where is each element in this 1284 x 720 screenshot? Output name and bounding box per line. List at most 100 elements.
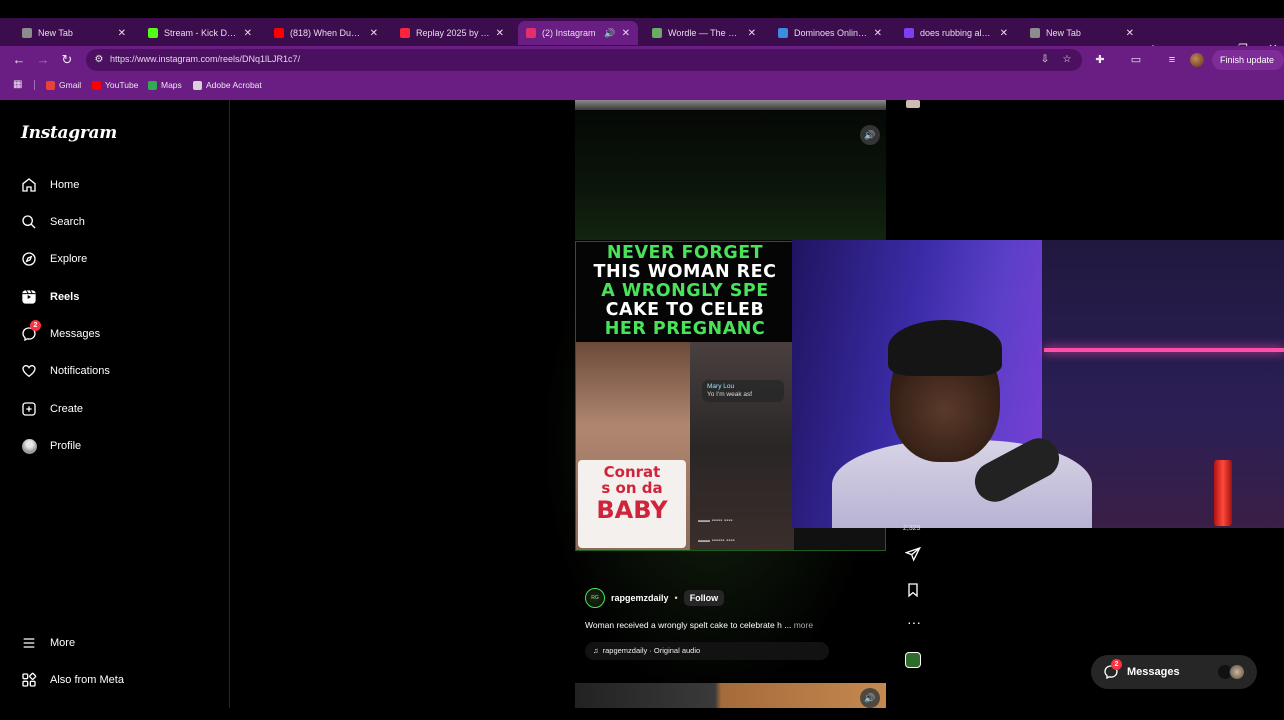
nav-home[interactable]: Home xyxy=(20,172,79,198)
bookmarks-bar: ▦ Gmail YouTube Maps Adobe Acrobat xyxy=(0,74,1284,96)
nav-also-from-meta[interactable]: Also from Meta xyxy=(20,667,124,693)
tab-favicon-icon xyxy=(652,28,662,38)
reload-icon[interactable]: ↻ xyxy=(58,51,76,69)
mute-icon[interactable]: 🔊 xyxy=(860,125,880,145)
extensions-icon[interactable]: ✚ xyxy=(1091,51,1109,69)
bookmark-adobe-acrobat[interactable]: Adobe Acrobat xyxy=(193,78,262,92)
more-options-icon[interactable]: ··· xyxy=(905,615,923,634)
tab-close-icon[interactable]: ✕ xyxy=(1126,28,1134,39)
next-reel-mute-icon[interactable]: 🔊 xyxy=(860,688,880,708)
original-audio-thumb[interactable] xyxy=(905,652,921,668)
follow-button[interactable]: Follow xyxy=(683,590,725,606)
install-app-icon[interactable]: ⇩ xyxy=(1038,53,1052,67)
nav-more[interactable]: More xyxy=(20,630,75,656)
instagram-sidebar: Instagram Home Search Explore Reels 2 Me… xyxy=(0,100,230,708)
tab-title: does rubbing alcohol xyxy=(920,28,994,38)
author-avatar[interactable]: RG xyxy=(585,588,605,608)
share-icon[interactable] xyxy=(904,546,923,564)
nav-search[interactable]: Search xyxy=(20,209,85,235)
browser-tab[interactable]: Stream - Kick Dashbo ✕ xyxy=(140,21,260,45)
tab-close-icon[interactable]: ✕ xyxy=(370,28,378,39)
browser-tab[interactable]: New Tab ✕ xyxy=(1022,21,1142,45)
tab-close-icon[interactable]: ✕ xyxy=(118,28,126,39)
messages-badge: 2 xyxy=(30,320,41,331)
browser-tab[interactable]: Wordle — The New Y ✕ xyxy=(644,21,764,45)
nav-explore[interactable]: Explore xyxy=(20,246,87,272)
author-username[interactable]: rapgemzdaily xyxy=(611,593,669,603)
cake-text-line: Conrat xyxy=(603,463,661,481)
screen-top-strip xyxy=(0,0,1284,18)
chat-name: Mary Lou xyxy=(707,383,735,390)
tab-close-icon[interactable]: ✕ xyxy=(874,28,882,39)
nav-create-label: Create xyxy=(50,403,84,415)
forward-icon[interactable]: → xyxy=(34,51,52,69)
webcam-person-cap xyxy=(888,320,1002,376)
tab-title: (818) When Dumb Pe xyxy=(290,28,364,38)
chat-message: Yo I'm weak asf xyxy=(707,391,753,398)
nav-reels[interactable]: Reels xyxy=(20,284,79,310)
cake-text-line: s on da xyxy=(601,479,663,497)
caption-more-link[interactable]: more xyxy=(794,620,813,630)
tab-title: New Tab xyxy=(1046,28,1081,38)
reel-video-top[interactable] xyxy=(575,110,886,240)
tab-bar: New Tab✕Stream - Kick Dashbo✕(818) When … xyxy=(0,18,1284,56)
messages-floating-button[interactable]: 2 Messages xyxy=(1091,655,1257,689)
reel-headline: NEVER FORGET THIS WOMAN REC A WRONGLY SP… xyxy=(576,242,794,342)
live-comment-row: ▬▬ ▪▪▪▪▪▪ ▪▪▪▪ xyxy=(698,538,735,544)
headline-line: NEVER FORGET xyxy=(606,243,764,263)
nav-profile[interactable]: Profile xyxy=(20,433,81,459)
media-controls-icon[interactable]: ≡ xyxy=(1163,51,1181,69)
bookmark-label: YouTube xyxy=(105,80,139,90)
cake-text-big: BABY xyxy=(596,496,668,524)
browser-tab[interactable]: Dominoes Online - Pl ✕ xyxy=(770,21,890,45)
tab-close-icon[interactable]: ✕ xyxy=(1000,28,1008,39)
nav-messages[interactable]: 2 Messages xyxy=(20,320,100,347)
finish-update-label: Finish update xyxy=(1220,55,1275,65)
site-info-icon[interactable]: ⚙ xyxy=(92,53,106,67)
audio-attribution[interactable]: ♫ rapgemzdaily · Original audio xyxy=(585,642,829,660)
previous-reel[interactable] xyxy=(575,100,886,110)
bookmark-star-icon[interactable]: ☆ xyxy=(1060,53,1074,67)
tab-audio-icon[interactable]: 🔊 xyxy=(604,28,615,39)
tab-favicon-icon xyxy=(526,28,536,38)
bookmark-icon[interactable] xyxy=(905,582,923,600)
webcam-can xyxy=(1214,460,1232,526)
browser-tab[interactable]: New Tab ✕ xyxy=(14,21,134,45)
messenger-icon: 2 xyxy=(1103,659,1122,680)
tab-close-icon[interactable]: ✕ xyxy=(622,28,630,39)
nav-create[interactable]: Create xyxy=(20,396,83,422)
bookmark-maps[interactable]: Maps xyxy=(148,78,182,92)
back-icon[interactable]: ← xyxy=(10,51,28,69)
finish-update-button[interactable]: Finish update ⋮ xyxy=(1212,50,1284,85)
tab-close-icon[interactable]: ✕ xyxy=(496,28,504,39)
messages-pill-label: Messages xyxy=(1127,666,1180,678)
browser-tab[interactable]: Replay 2025 by Apple ✕ xyxy=(392,21,512,45)
url-text[interactable]: https://www.instagram.com/reels/DNq1lLJR… xyxy=(110,54,300,64)
reels-feed[interactable]: 🔊 NEVER FORGET THIS WOMAN REC A WRONGLY … xyxy=(231,100,1284,708)
tab-close-icon[interactable]: ✕ xyxy=(748,28,756,39)
headline-line: CAKE TO CELEB xyxy=(605,300,765,320)
browser-tab[interactable]: does rubbing alcohol ✕ xyxy=(896,21,1016,45)
nav-also-from-meta-label: Also from Meta xyxy=(50,674,124,686)
bookmark-youtube[interactable]: YouTube xyxy=(92,78,138,92)
next-reel[interactable] xyxy=(575,683,886,708)
apps-grid-icon[interactable]: ▦ xyxy=(13,79,22,90)
hamburger-menu-icon xyxy=(20,634,38,652)
browser-tab[interactable]: (2) Instagram 🔊 ✕ xyxy=(518,21,638,45)
bookmark-gmail[interactable]: Gmail xyxy=(46,78,81,92)
profile-avatar[interactable] xyxy=(1190,53,1204,67)
address-bar[interactable]: ⚙ https://www.instagram.com/reels/DNq1lL… xyxy=(86,49,1082,71)
tab-close-icon[interactable]: ✕ xyxy=(244,28,252,39)
bookmark-label: Adobe Acrobat xyxy=(206,80,262,90)
browser-tab[interactable]: (818) When Dumb Pe ✕ xyxy=(266,21,386,45)
tab-favicon-icon xyxy=(778,28,788,38)
tab-favicon-icon xyxy=(904,28,914,38)
compass-icon xyxy=(20,250,38,268)
previous-reel-audio-thumb[interactable] xyxy=(906,100,920,108)
reel-frame-left: Conrat s on da BABY xyxy=(576,342,690,550)
split-view-icon[interactable]: ▭ xyxy=(1127,51,1145,69)
search-icon xyxy=(20,213,38,231)
messages-pill-badge: 2 xyxy=(1111,659,1122,670)
instagram-logo[interactable]: Instagram xyxy=(21,123,117,143)
nav-notifications[interactable]: Notifications xyxy=(20,358,110,384)
